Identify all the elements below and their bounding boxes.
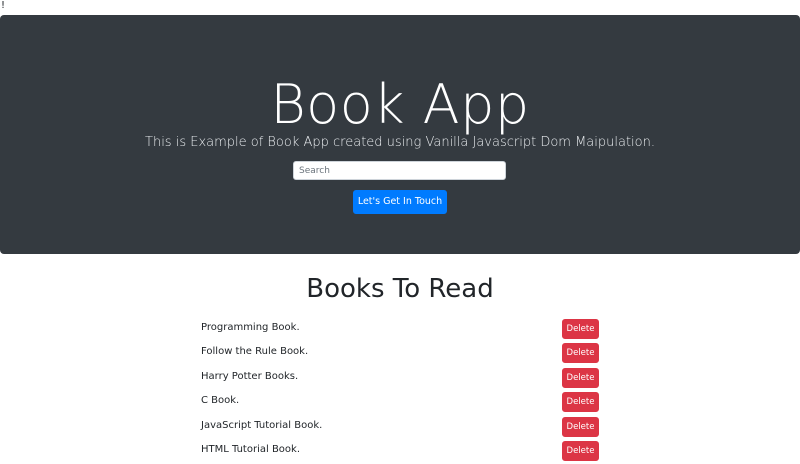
book-name: Programming Book. (201, 322, 300, 333)
delete-button[interactable]: Delete (562, 367, 599, 388)
stray-text: ! (1, 0, 6, 11)
delete-button[interactable]: Delete (562, 416, 599, 437)
jumbotron-header: Book App This is Example of Book App cre… (0, 15, 800, 254)
book-name: Follow the Rule Book. (201, 346, 309, 358)
list-item: Programming Book. Delete (201, 318, 599, 342)
search-input[interactable] (293, 161, 506, 180)
book-list: Programming Book. Delete Follow the Rule… (201, 318, 599, 464)
lead-text: This is Example of Book App created usin… (145, 135, 655, 150)
book-name: Harry Potter Books. (201, 370, 299, 382)
book-name: JavaScript Tutorial Book. (201, 419, 323, 431)
delete-button[interactable]: Delete (562, 392, 599, 413)
delete-button[interactable]: Delete (562, 343, 599, 364)
book-name: C Book. (201, 395, 240, 407)
list-item: Harry Potter Books. Delete (201, 367, 599, 391)
delete-button[interactable]: Delete (562, 319, 599, 339)
list-item: JavaScript Tutorial Book. Delete (201, 416, 599, 440)
page-title: Book App (270, 73, 530, 136)
get-in-touch-button[interactable]: Let's Get In Touch (353, 190, 447, 214)
list-item: Follow the Rule Book. Delete (201, 342, 599, 366)
books-heading: Books To Read (306, 274, 494, 304)
list-item: C Book. Delete (201, 391, 599, 415)
delete-button[interactable]: Delete (562, 440, 599, 461)
list-item: HTML Tutorial Book. Delete (201, 440, 599, 464)
